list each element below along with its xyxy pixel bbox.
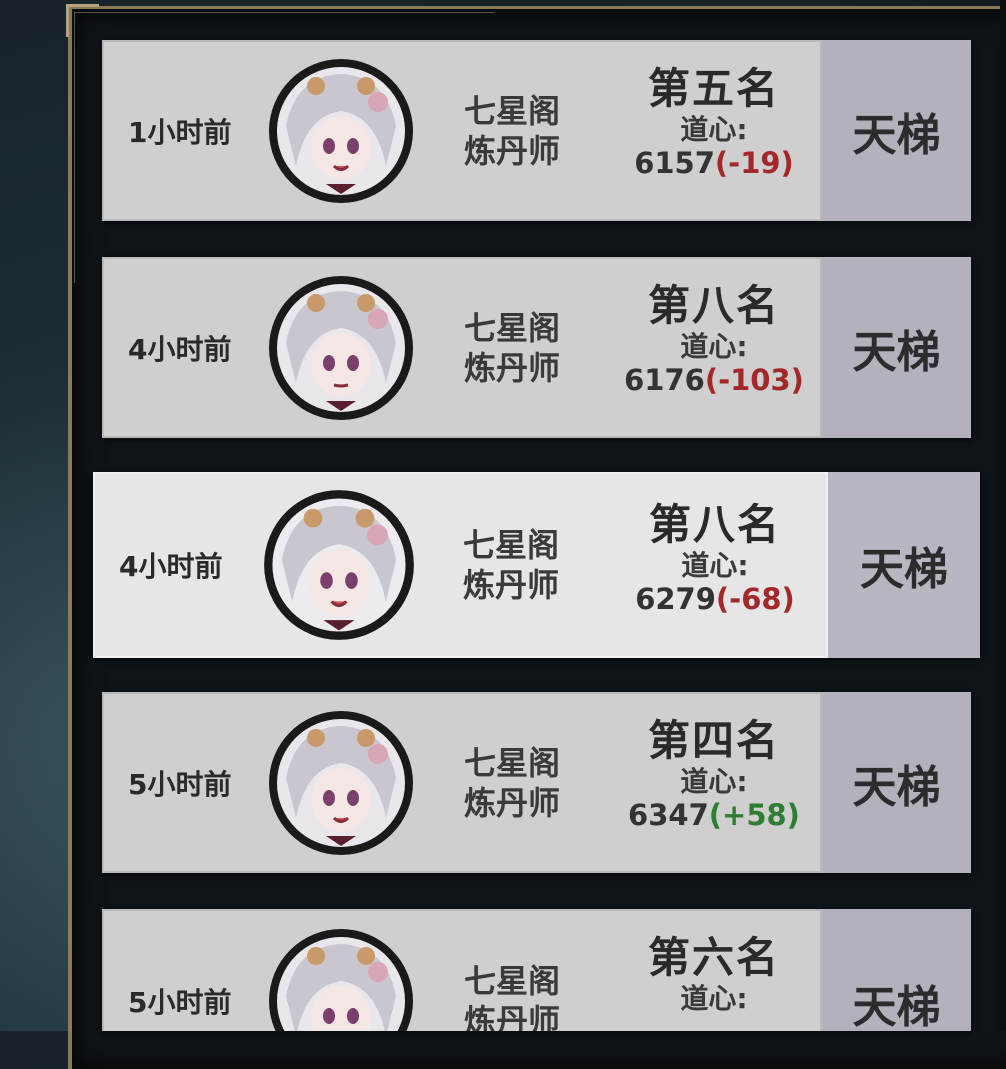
- match-record-main[interactable]: 4小时前 七星阁 炼丹师 第八名 道心: 6279(-68): [93, 472, 828, 658]
- match-record-5[interactable]: 5小时前 七星阁 炼丹师 第六名 道心: 天梯: [102, 909, 971, 1031]
- rank-label: 第六名: [647, 933, 780, 982]
- score-delta: (+58): [708, 798, 800, 832]
- score-value: 6176(-103): [624, 363, 804, 397]
- mode-tag: 天梯: [822, 40, 971, 221]
- score-number: 6347: [628, 798, 709, 832]
- match-record-1[interactable]: 1小时前 七星阁 炼丹师 第五名 道心: 6157(-19) 天梯: [102, 40, 971, 221]
- score-delta: (-19): [714, 146, 794, 180]
- rank-label: 第八名: [648, 500, 781, 549]
- dao-heart-label: 道心:: [680, 113, 748, 146]
- mode-label: 天梯: [860, 544, 948, 595]
- frame-corner-ornament: [66, 4, 99, 37]
- mode-tag: 天梯: [822, 692, 971, 873]
- guild-name: 七星阁: [464, 91, 561, 130]
- score-number: 6157: [634, 146, 715, 180]
- score-number: 6176: [624, 363, 705, 397]
- guild-name: 七星阁: [464, 962, 561, 1000]
- score-value: 6347(+58): [624, 798, 804, 832]
- mode-tag: 天梯: [828, 472, 980, 658]
- guild-name: 七星阁: [464, 308, 561, 347]
- role-name: 炼丹师: [464, 348, 561, 387]
- character-portrait-icon: [269, 929, 413, 1031]
- mode-label: 天梯: [852, 761, 941, 813]
- character-portrait-icon: [269, 275, 413, 420]
- dao-heart-label: 道心:: [680, 765, 748, 798]
- rank-label: 第四名: [647, 716, 780, 765]
- match-record-main[interactable]: 4小时前 七星阁 炼丹师 第八名 道心: 6176(-103): [102, 257, 822, 438]
- guild-name: 七星阁: [463, 526, 560, 564]
- match-time: 5小时前: [128, 986, 232, 1019]
- match-record-main[interactable]: 5小时前 七星阁 炼丹师 第六名 道心:: [102, 909, 822, 1031]
- role-name: 炼丹师: [464, 131, 561, 170]
- match-time: 5小时前: [128, 767, 232, 801]
- match-record-2[interactable]: 4小时前 七星阁 炼丹师 第八名 道心: 6176(-103) 天梯: [102, 257, 971, 438]
- match-time: 1小时前: [128, 115, 232, 149]
- dao-heart-label: 道心:: [681, 549, 749, 582]
- score-delta: (-68): [715, 582, 795, 616]
- score-number: 6279: [635, 582, 716, 616]
- panel-edge: [1000, 0, 1006, 1031]
- match-time: 4小时前: [128, 332, 232, 366]
- match-record-main[interactable]: 1小时前 七星阁 炼丹师 第五名 道心: 6157(-19): [102, 40, 822, 221]
- guild-name: 七星阁: [464, 743, 561, 782]
- rank-label: 第八名: [647, 281, 780, 330]
- role-name: 炼丹师: [463, 566, 560, 604]
- character-portrait-icon: [269, 710, 413, 855]
- role-name: 炼丹师: [464, 1002, 561, 1031]
- score-delta: (-103): [704, 363, 804, 397]
- match-time: 4小时前: [119, 550, 223, 583]
- match-record-main[interactable]: 5小时前 七星阁 炼丹师 第四名 道心: 6347(+58): [102, 692, 822, 873]
- mode-label: 天梯: [852, 982, 941, 1031]
- score-value: 6279(-68): [625, 582, 805, 616]
- role-name: 炼丹师: [464, 783, 561, 822]
- character-portrait-icon: [264, 490, 414, 640]
- score-value: 6157(-19): [624, 146, 804, 180]
- match-record-3[interactable]: 4小时前 七星阁 炼丹师 第八名 道心: 6279(-68) 天梯: [93, 472, 980, 658]
- character-portrait-icon: [269, 58, 413, 203]
- mode-label: 天梯: [852, 109, 941, 161]
- dao-heart-label: 道心:: [680, 330, 748, 363]
- match-record-4[interactable]: 5小时前 七星阁 炼丹师 第四名 道心: 6347(+58) 天梯: [102, 692, 971, 873]
- mode-label: 天梯: [852, 326, 941, 378]
- mode-tag: 天梯: [822, 909, 971, 1031]
- rank-label: 第五名: [647, 64, 780, 113]
- dao-heart-label: 道心:: [680, 982, 748, 1015]
- mode-tag: 天梯: [822, 257, 971, 438]
